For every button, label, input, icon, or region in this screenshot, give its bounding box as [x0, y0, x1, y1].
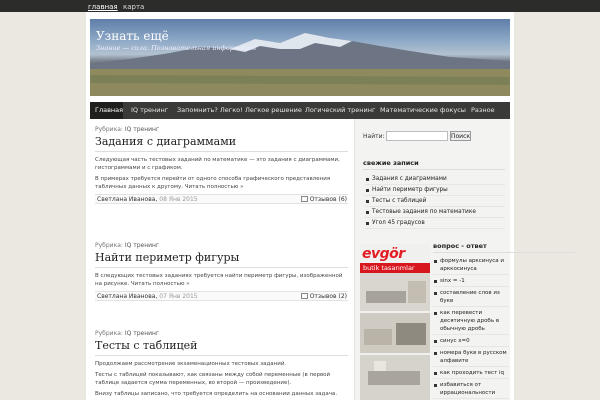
top-link-home[interactable]: главная	[88, 3, 118, 11]
category-prefix: Рубрика:	[95, 330, 123, 337]
post-meta: Светлана Иванова, 08 Янв 2015 Отзывов (6…	[95, 194, 348, 204]
nav-item-easy-solution[interactable]: Легкое решение	[245, 106, 302, 114]
recent-post-link[interactable]: Задания с диаграммами	[365, 174, 505, 185]
qa-list: формулы арксинуса и арккосинуса sinx = -…	[433, 257, 509, 400]
recent-post-link[interactable]: Угол 45 градусов	[365, 218, 505, 229]
post-category: Рубрика: IQ тренинг	[95, 330, 348, 337]
top-link-map[interactable]: карта	[123, 3, 144, 11]
post: Рубрика: IQ тренинг Найти периметр фигур…	[95, 242, 348, 301]
search-input[interactable]	[386, 131, 448, 141]
category-prefix: Рубрика:	[95, 242, 123, 249]
recent-post-link[interactable]: Тестовые задания по математике	[365, 207, 505, 218]
search-button[interactable]: Поиск	[450, 131, 471, 141]
category-link[interactable]: IQ тренинг	[125, 126, 159, 133]
comments-link[interactable]: Отзывов (6)	[301, 196, 347, 203]
excerpt-line: В примерах требуется перейти от одного с…	[95, 176, 331, 182]
recent-post-link[interactable]: Тесты с таблицей	[365, 196, 505, 207]
recent-post-link[interactable]: Найти периметр фигуры	[365, 185, 505, 196]
post-excerpt: Следующая часть тестовых заданий по мате…	[95, 156, 348, 172]
post-category: Рубрика: IQ тренинг	[95, 126, 348, 133]
divider	[95, 355, 348, 356]
recent-posts-title: свежие записи	[363, 159, 505, 170]
divider	[95, 151, 348, 152]
post-author[interactable]: Светлана Иванова	[97, 196, 155, 203]
qa-link[interactable]: составление слов из букв	[433, 289, 509, 307]
post-date: 08 Янв 2015	[159, 196, 198, 203]
recent-posts-list: Задания с диаграммами Найти периметр фиг…	[365, 174, 505, 229]
qa-link[interactable]: sinx = -1	[433, 277, 509, 287]
sidebar: Найти: Поиск свежие записи Задания с диа…	[354, 119, 575, 400]
category-link[interactable]: IQ тренинг	[125, 330, 159, 337]
read-more-link[interactable]: рисунке. Читать полностью »	[104, 281, 190, 287]
post: Рубрика: IQ тренинг Тесты с таблицей Про…	[95, 330, 348, 400]
post-author[interactable]: Светлана Иванова	[97, 293, 155, 300]
post-title[interactable]: Задания с диаграммами	[95, 135, 348, 148]
ad-tagline: butik tasarımlar	[363, 264, 415, 272]
post-excerpt: Продолжаем рассмотрение экзаменационных …	[95, 361, 287, 367]
nav-item-math-tricks[interactable]: Математические фокусы	[380, 106, 466, 114]
advertisement-banner[interactable]: evgör butik tasarımlar	[360, 244, 430, 400]
excerpt-line: гистограммами и с графиком.	[95, 165, 183, 171]
post-author-line: Светлана Иванова, 08 Янв 2015	[97, 196, 198, 203]
qa-link[interactable]: как перевести десятичную дробь в обычную…	[433, 309, 509, 335]
qa-link[interactable]: номера букв в русском алфавите	[433, 349, 509, 367]
post-excerpt: В примерах требуется перейти от одного с…	[95, 175, 348, 191]
divider	[95, 267, 348, 268]
qa-link[interactable]: как проходить тест iq	[433, 369, 509, 379]
ad-ribbon: butik tasarımlar	[360, 263, 430, 273]
qa-title: вопрос - ответ	[433, 242, 575, 253]
nav-item-misc[interactable]: Разное	[471, 106, 495, 114]
category-prefix: Рубрика:	[95, 126, 123, 133]
site-header: Узнать ещё Знание — сила. Познавательная…	[90, 19, 510, 96]
post-title[interactable]: Найти периметр фигуры	[95, 251, 348, 264]
top-bar: главная карта	[0, 0, 600, 12]
post-excerpt: Тесты с таблицей показывают, как связаны…	[95, 371, 348, 387]
post-date: 07 Янв 2015	[159, 293, 198, 300]
nav-item-logic-training[interactable]: Логический тренинг	[305, 106, 375, 114]
post: Рубрика: IQ тренинг Задания с диаграммам…	[95, 126, 348, 204]
category-link[interactable]: IQ тренинг	[125, 242, 159, 249]
qa-link[interactable]: формулы арксинуса и арккосинуса	[433, 257, 509, 275]
post-meta: Светлана Иванова, 07 Янв 2015 Отзывов (2…	[95, 291, 348, 301]
qa-link[interactable]: избавиться от иррациональности	[433, 381, 509, 399]
comments-link[interactable]: Отзывов (2)	[301, 293, 347, 300]
page-container: Узнать ещё Знание — сила. Познавательная…	[86, 12, 575, 400]
excerpt-line: Следующая часть тестовых заданий по мате…	[95, 157, 340, 163]
main-nav: Главная IQ тренинг Запомнить? Легко! Лег…	[90, 102, 510, 119]
qa-link[interactable]: синус x=0	[433, 337, 509, 347]
nav-item-iq-training[interactable]: IQ тренинг	[131, 106, 168, 114]
post-excerpt: В следующих тестовых заданиях требуется …	[95, 272, 348, 288]
post-author-line: Светлана Иванова, 07 Янв 2015	[97, 293, 198, 300]
site-title[interactable]: Узнать ещё	[96, 29, 169, 43]
post-title[interactable]: Тесты с таблицей	[95, 339, 348, 352]
nav-item-remember[interactable]: Запомнить? Легко!	[177, 106, 243, 114]
ad-logo: evgör	[362, 246, 405, 262]
read-more-link[interactable]: табличных данных к другому. Читать полно…	[95, 184, 244, 190]
excerpt-line: задается сумма переменных, во второй — п…	[120, 380, 292, 386]
post-category: Рубрика: IQ тренинг	[95, 242, 348, 249]
ad-furniture-photos	[360, 273, 430, 400]
site-description: Знание — сила. Познавательная информация	[96, 44, 257, 52]
search-label: Найти:	[363, 133, 385, 140]
post-excerpt: Внизу таблицы записано, что требуется оп…	[95, 391, 338, 397]
nav-item-home[interactable]: Главная	[95, 106, 123, 114]
